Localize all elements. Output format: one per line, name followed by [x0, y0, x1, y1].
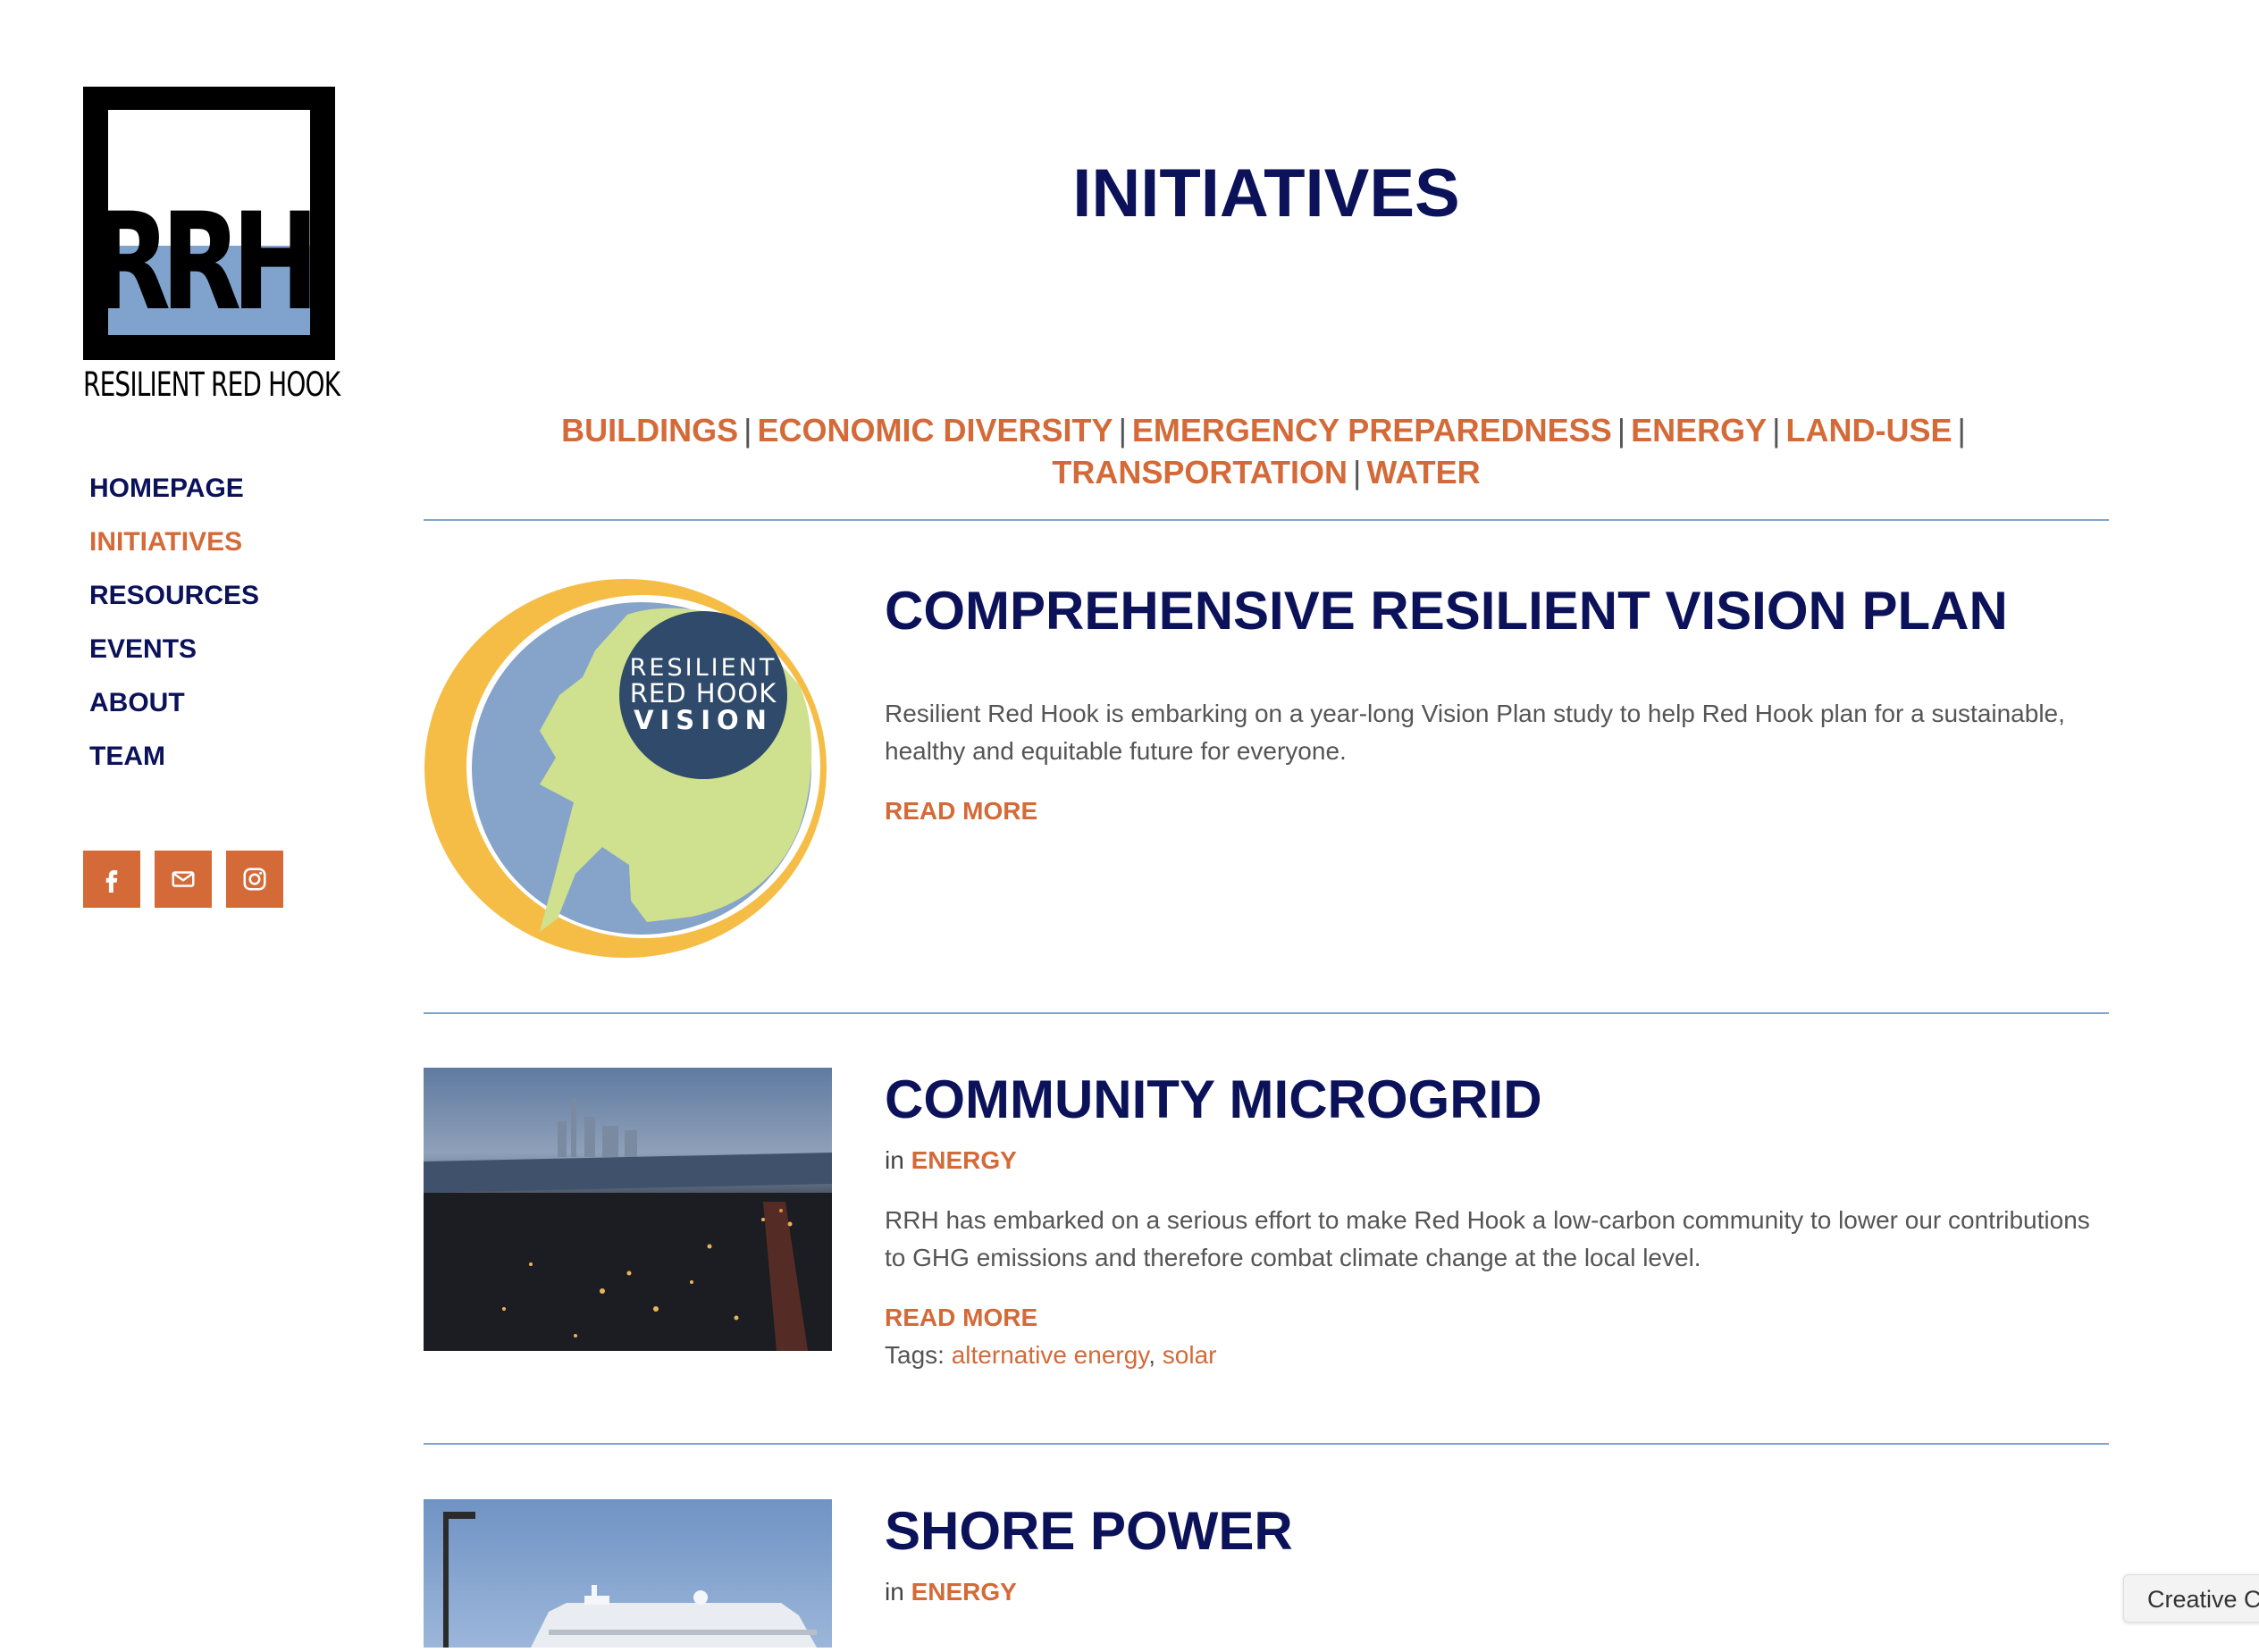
category-buildings[interactable]: BUILDINGS [561, 412, 738, 449]
logo-letters: RRH [90, 185, 319, 340]
creative-commons-badge[interactable]: Creative C [2123, 1574, 2259, 1623]
post-tags: Tags: alternative energy, solar [885, 1341, 1217, 1369]
mail-icon [172, 871, 195, 887]
nav-item-homepage[interactable]: HOMEPAGE [89, 462, 259, 516]
divider [424, 1443, 2109, 1445]
category-land-use[interactable]: LAND-USE [1785, 412, 1952, 449]
social-links [83, 851, 283, 908]
post-title[interactable]: SHORE POWER [885, 1499, 2109, 1564]
logo-caption: RESILIENT RED HOOK [83, 365, 340, 404]
post-thumbnail[interactable]: RESILIENT RED HOOK VISION [424, 579, 832, 963]
divider [424, 519, 2109, 521]
vision-plan-logo: RESILIENT RED HOOK VISION [424, 579, 827, 958]
post-thumbnail[interactable] [424, 1499, 832, 1652]
divider [424, 1012, 2109, 1014]
post-thumbnail[interactable] [424, 1068, 832, 1355]
post-body: COMMUNITY MICROGRID in ENERGY RRH has em… [885, 1068, 2109, 1371]
category-energy[interactable]: ENERGY [1631, 412, 1767, 449]
read-more-link[interactable]: READ MORE [885, 1302, 1037, 1334]
main-nav: HOMEPAGE INITIATIVES RESOURCES EVENTS AB… [89, 462, 259, 784]
category-economic-diversity[interactable]: ECONOMIC DIVERSITY [758, 412, 1113, 449]
post-title[interactable]: COMMUNITY MICROGRID [885, 1068, 2109, 1132]
sidebar: RRH RESILIENT RED HOOK HOMEPAGE INITIATI… [83, 87, 351, 908]
post-body: COMPREHENSIVE RESILIENT VISION PLAN Resi… [885, 579, 2109, 827]
category-filter: BUILDINGS | ECONOMIC DIVERSITY | EMERGENCY P… [561, 412, 1966, 491]
post-excerpt: RRH has embarked on a serious effort to … [885, 1206, 2090, 1271]
nav-item-team[interactable]: TEAM [89, 730, 259, 784]
post-meta: in ENERGY [885, 1146, 1017, 1174]
nav-item-initiatives[interactable]: INITIATIVES [89, 516, 259, 569]
read-more-link[interactable]: READ MORE [885, 795, 1037, 827]
facebook-button[interactable] [83, 851, 140, 908]
email-button[interactable] [155, 851, 212, 908]
nav-item-about[interactable]: ABOUT [89, 676, 259, 730]
instagram-icon [243, 868, 266, 891]
post-body: SHORE POWER in ENERGY [885, 1499, 2109, 1608]
instagram-button[interactable] [226, 851, 283, 908]
category-emergency-preparedness[interactable]: EMERGENCY PREPAREDNESS [1132, 412, 1612, 449]
nav-item-resources[interactable]: RESOURCES [89, 569, 259, 623]
post-category-link[interactable]: ENERGY [911, 1146, 1017, 1174]
category-transportation[interactable]: TRANSPORTATION [1052, 454, 1348, 491]
svg-text:VISION: VISION [634, 705, 773, 735]
city-night-photo [424, 1068, 832, 1351]
post-title[interactable]: COMPREHENSIVE RESILIENT VISION PLAN [885, 579, 2109, 643]
post-excerpt: Resilient Red Hook is embarking on a yea… [885, 700, 2065, 765]
nav-item-events[interactable]: EVENTS [89, 623, 259, 676]
page-title: INITIATIVES [1072, 155, 1460, 231]
tag-link[interactable]: solar [1163, 1341, 1217, 1369]
post-category-link[interactable]: ENERGY [911, 1578, 1017, 1606]
tag-link[interactable]: alternative energy [952, 1341, 1149, 1369]
facebook-icon [105, 870, 118, 893]
svg-text:RED HOOK: RED HOOK [630, 678, 777, 709]
category-water[interactable]: WATER [1366, 454, 1480, 491]
cruise-ship-photo [424, 1499, 832, 1648]
post-meta: in ENERGY [885, 1578, 1017, 1606]
site-logo[interactable]: RRH RESILIENT RED HOOK [83, 87, 340, 405]
